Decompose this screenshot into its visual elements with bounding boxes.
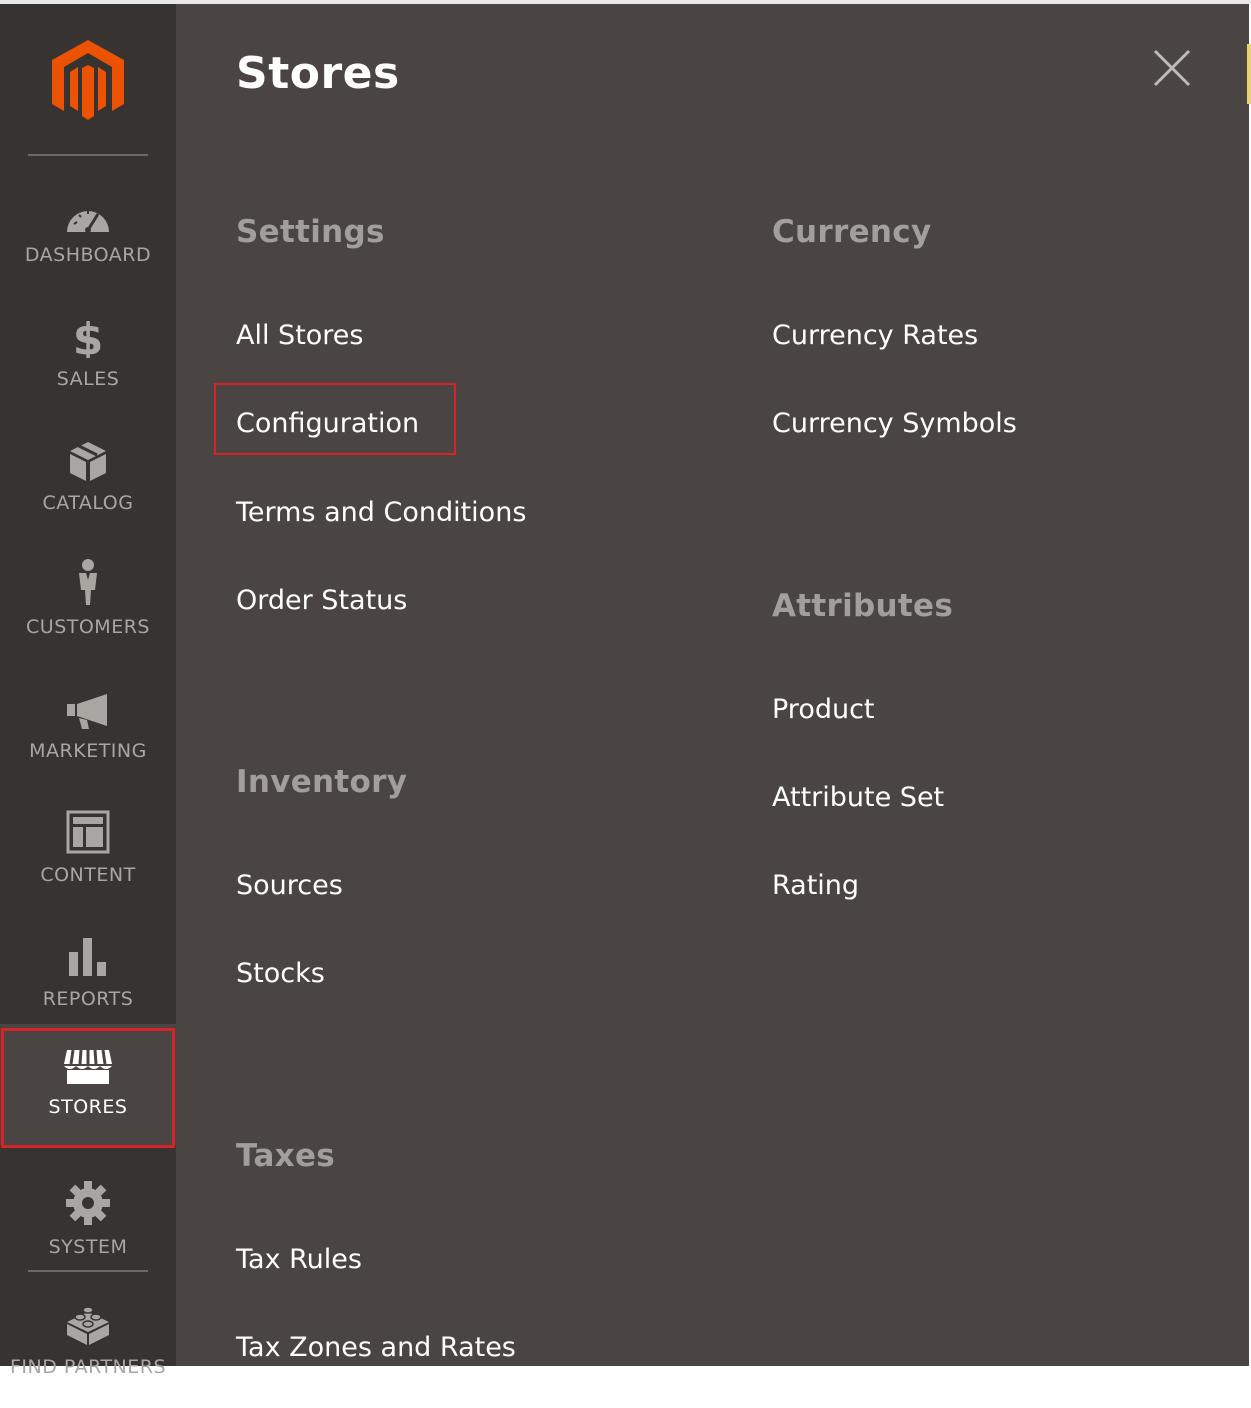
nav-item-reports[interactable]: REPORTS bbox=[0, 916, 176, 1040]
nav-item-marketing[interactable]: MARKETING bbox=[0, 668, 176, 792]
link-currency-symbols[interactable]: Currency Symbols bbox=[772, 408, 1017, 439]
storefront-icon bbox=[63, 1036, 113, 1086]
nav-item-content[interactable]: CONTENT bbox=[0, 792, 176, 916]
nav-item-customers[interactable]: CUSTOMERS bbox=[0, 544, 176, 668]
dashboard-icon bbox=[65, 184, 111, 234]
section-title-attributes: Attributes bbox=[772, 588, 954, 624]
bar-chart-icon bbox=[67, 928, 109, 978]
link-attribute-set[interactable]: Attribute Set bbox=[772, 782, 944, 813]
section-title-settings: Settings bbox=[236, 214, 385, 250]
nav-item-label: STORES bbox=[48, 1096, 128, 1118]
nav-item-dashboard[interactable]: DASHBOARD bbox=[0, 172, 176, 296]
nav-item-label: REPORTS bbox=[42, 988, 134, 1010]
nav-item-label: FIND PARTNERS bbox=[9, 1356, 167, 1378]
link-tax-rules[interactable]: Tax Rules bbox=[236, 1244, 362, 1275]
link-order-status[interactable]: Order Status bbox=[236, 585, 407, 616]
link-stocks[interactable]: Stocks bbox=[236, 958, 325, 989]
nav-item-stores[interactable]: STORES bbox=[0, 1024, 176, 1146]
nav-item-label: CUSTOMERS bbox=[26, 616, 150, 638]
svg-text:$: $ bbox=[73, 314, 103, 358]
nav-item-label: SALES bbox=[56, 368, 120, 390]
link-currency-rates[interactable]: Currency Rates bbox=[772, 320, 978, 351]
nav-item-find-partners[interactable]: FIND PARTNERS bbox=[0, 1284, 176, 1408]
nav-item-label: CATALOG bbox=[42, 492, 134, 514]
link-configuration[interactable]: Configuration bbox=[236, 408, 419, 439]
box-icon bbox=[68, 432, 108, 482]
nav-item-sales[interactable]: $ SALES bbox=[0, 296, 176, 420]
close-icon[interactable] bbox=[1152, 48, 1192, 88]
gear-icon bbox=[65, 1176, 111, 1226]
link-terms-and-conditions[interactable]: Terms and Conditions bbox=[236, 497, 526, 528]
page-edge-accent bbox=[1247, 44, 1251, 104]
link-rating[interactable]: Rating bbox=[772, 870, 859, 901]
person-icon bbox=[75, 556, 101, 606]
link-all-stores[interactable]: All Stores bbox=[236, 320, 364, 351]
section-title-inventory: Inventory bbox=[236, 764, 408, 800]
dollar-icon: $ bbox=[73, 308, 103, 358]
panel-title: Stores bbox=[236, 48, 400, 99]
admin-sidebar: DASHBOARD $ SALES CATALOG CUSTOMERS MARK… bbox=[0, 4, 176, 1378]
megaphone-icon bbox=[65, 680, 111, 730]
link-product[interactable]: Product bbox=[772, 694, 875, 725]
section-title-currency: Currency bbox=[772, 214, 932, 250]
nav-item-label: DASHBOARD bbox=[24, 244, 152, 266]
section-title-taxes: Taxes bbox=[236, 1138, 336, 1174]
layout-icon bbox=[66, 804, 110, 854]
nav-item-label: SYSTEM bbox=[48, 1236, 128, 1258]
nav-item-label: MARKETING bbox=[29, 740, 147, 762]
nav-item-catalog[interactable]: CATALOG bbox=[0, 420, 176, 544]
nav-divider bbox=[28, 154, 148, 156]
nav-item-label: CONTENT bbox=[40, 864, 136, 886]
stores-menu-panel: Stores Settings All Stores Configuration… bbox=[176, 4, 1249, 1366]
nav-divider bbox=[28, 1270, 148, 1272]
link-sources[interactable]: Sources bbox=[236, 870, 343, 901]
link-tax-zones-and-rates[interactable]: Tax Zones and Rates bbox=[236, 1332, 516, 1363]
lego-brick-icon bbox=[65, 1296, 111, 1346]
magento-logo-icon[interactable] bbox=[50, 38, 126, 126]
